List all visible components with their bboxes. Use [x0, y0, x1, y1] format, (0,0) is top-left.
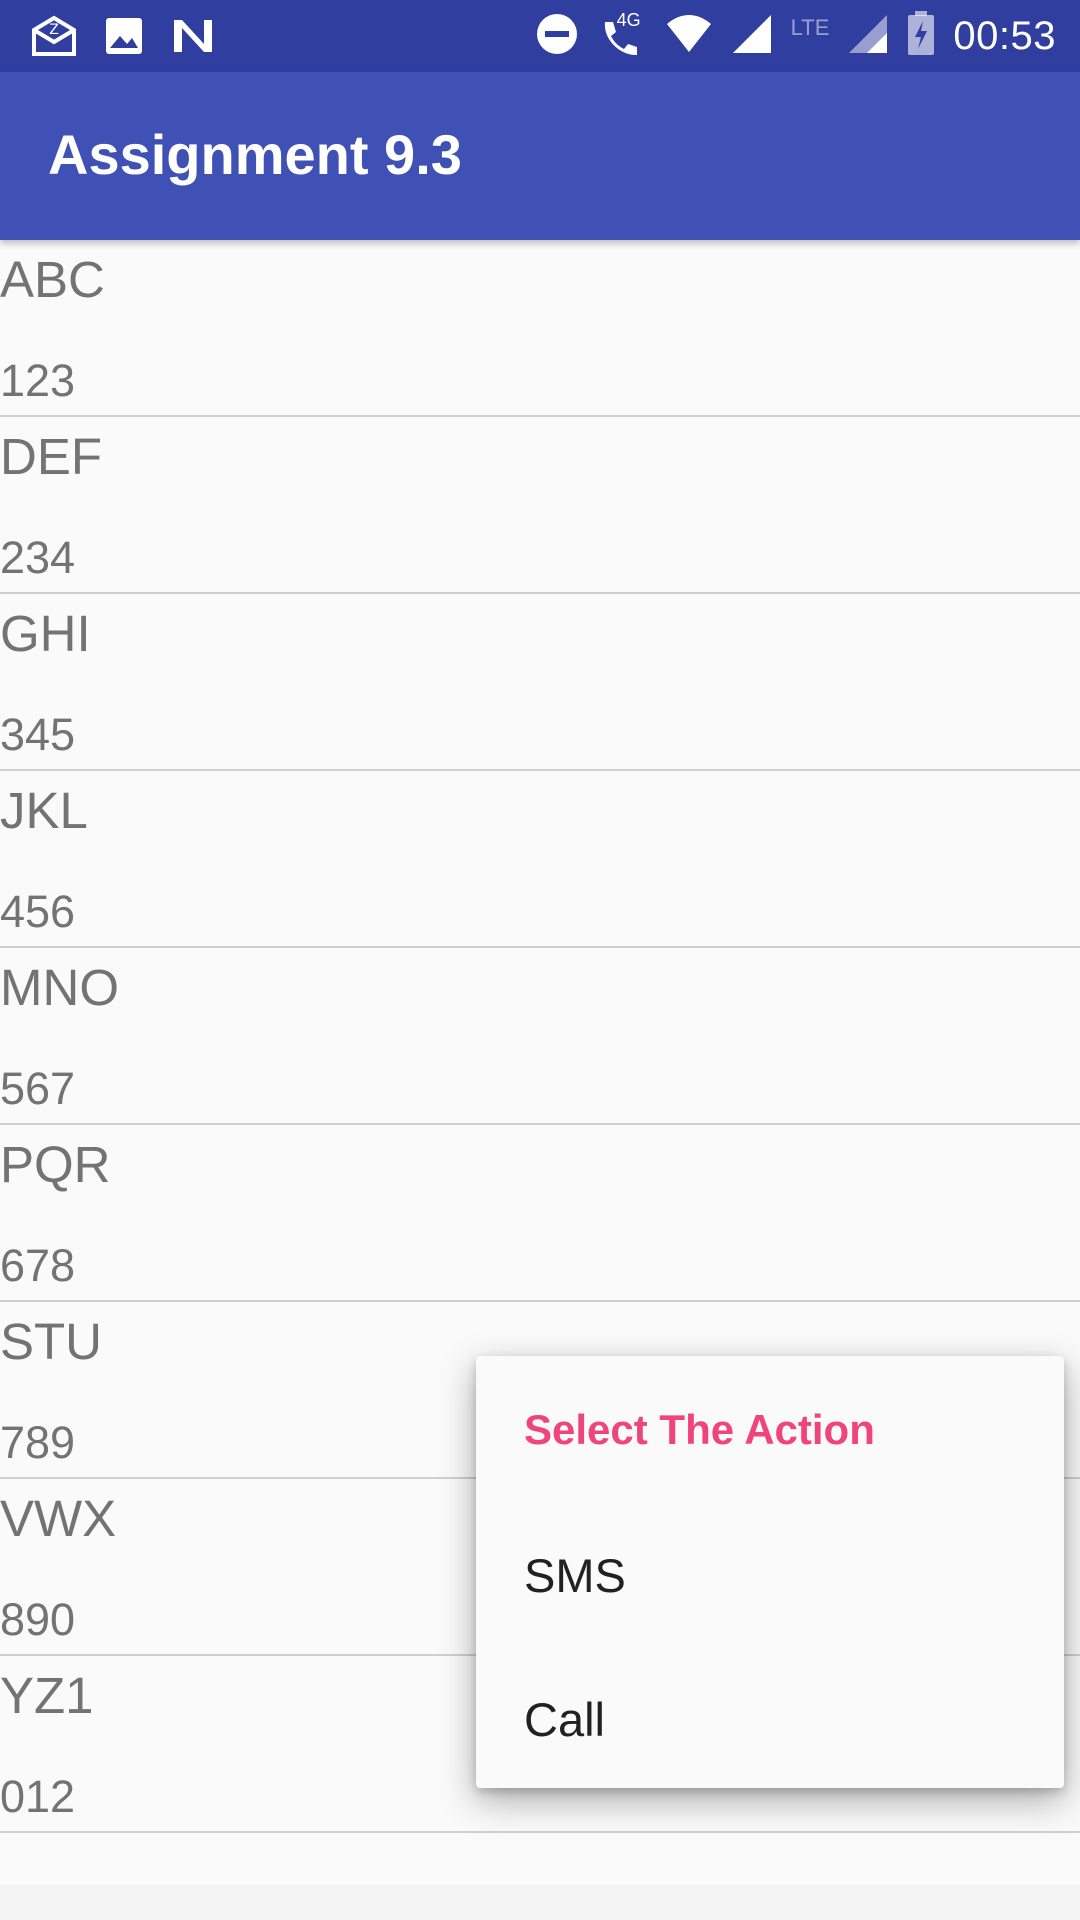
app-bar: Assignment 9.3	[0, 72, 1080, 240]
menu-item-call[interactable]: Call	[476, 1644, 1064, 1788]
contact-number: 678	[0, 1240, 76, 1291]
list-item[interactable]: PQR 678	[0, 1125, 1080, 1302]
contact-name: MNO	[0, 959, 119, 1016]
contact-number: 123	[0, 355, 76, 406]
dnd-icon	[535, 12, 579, 61]
menu-item-label: Call	[524, 1693, 605, 1746]
contact-name: VWX	[0, 1490, 117, 1547]
context-menu-title: Select The Action	[524, 1406, 875, 1453]
context-menu: Select The Action SMS Call	[476, 1356, 1064, 1788]
network-4g-label: 4G	[616, 10, 641, 30]
menu-item-sms[interactable]: SMS	[476, 1500, 1064, 1644]
contact-number: 789	[0, 1417, 76, 1468]
contact-number: 456	[0, 886, 76, 937]
contact-number: 234	[0, 532, 76, 583]
signal-icon-secondary	[847, 13, 889, 60]
status-left-icons: Z	[30, 14, 216, 63]
contact-name: ABC	[0, 251, 105, 308]
list-item[interactable]: GHI 345	[0, 594, 1080, 771]
app-title: Assignment 9.3	[48, 123, 462, 186]
menu-item-label: SMS	[524, 1549, 626, 1602]
network-lte-label: LTE	[790, 15, 830, 40]
contact-name: DEF	[0, 428, 102, 485]
wifi-icon	[665, 14, 713, 59]
contact-name: PQR	[0, 1136, 111, 1193]
status-right-icons: 4G LTE 00:53	[535, 10, 1056, 62]
image-icon	[104, 16, 144, 61]
signal-icon	[731, 13, 773, 60]
contact-number: 890	[0, 1594, 76, 1645]
battery-icon	[907, 10, 935, 62]
n-icon	[170, 16, 216, 61]
contact-name: JKL	[0, 782, 88, 839]
list-item[interactable]: JKL 456	[0, 771, 1080, 948]
bottom-area	[0, 1885, 1080, 1920]
contact-name: GHI	[0, 605, 91, 662]
mail-icon: Z	[30, 14, 78, 63]
status-time: 00:53	[953, 13, 1056, 58]
list-item[interactable]: MNO 567	[0, 948, 1080, 1125]
status-bar: Z 4G LTE 00:53	[0, 0, 1080, 72]
contact-name: YZ1	[0, 1667, 94, 1724]
wifi-call-icon: 4G	[597, 10, 647, 58]
list-item[interactable]: DEF 234	[0, 417, 1080, 594]
svg-text:Z: Z	[49, 22, 59, 38]
contact-number: 345	[0, 709, 76, 760]
contact-number: 567	[0, 1063, 76, 1114]
contact-name: STU	[0, 1313, 102, 1370]
contact-number: 012	[0, 1771, 76, 1822]
list-item[interactable]: ABC 123	[0, 240, 1080, 417]
